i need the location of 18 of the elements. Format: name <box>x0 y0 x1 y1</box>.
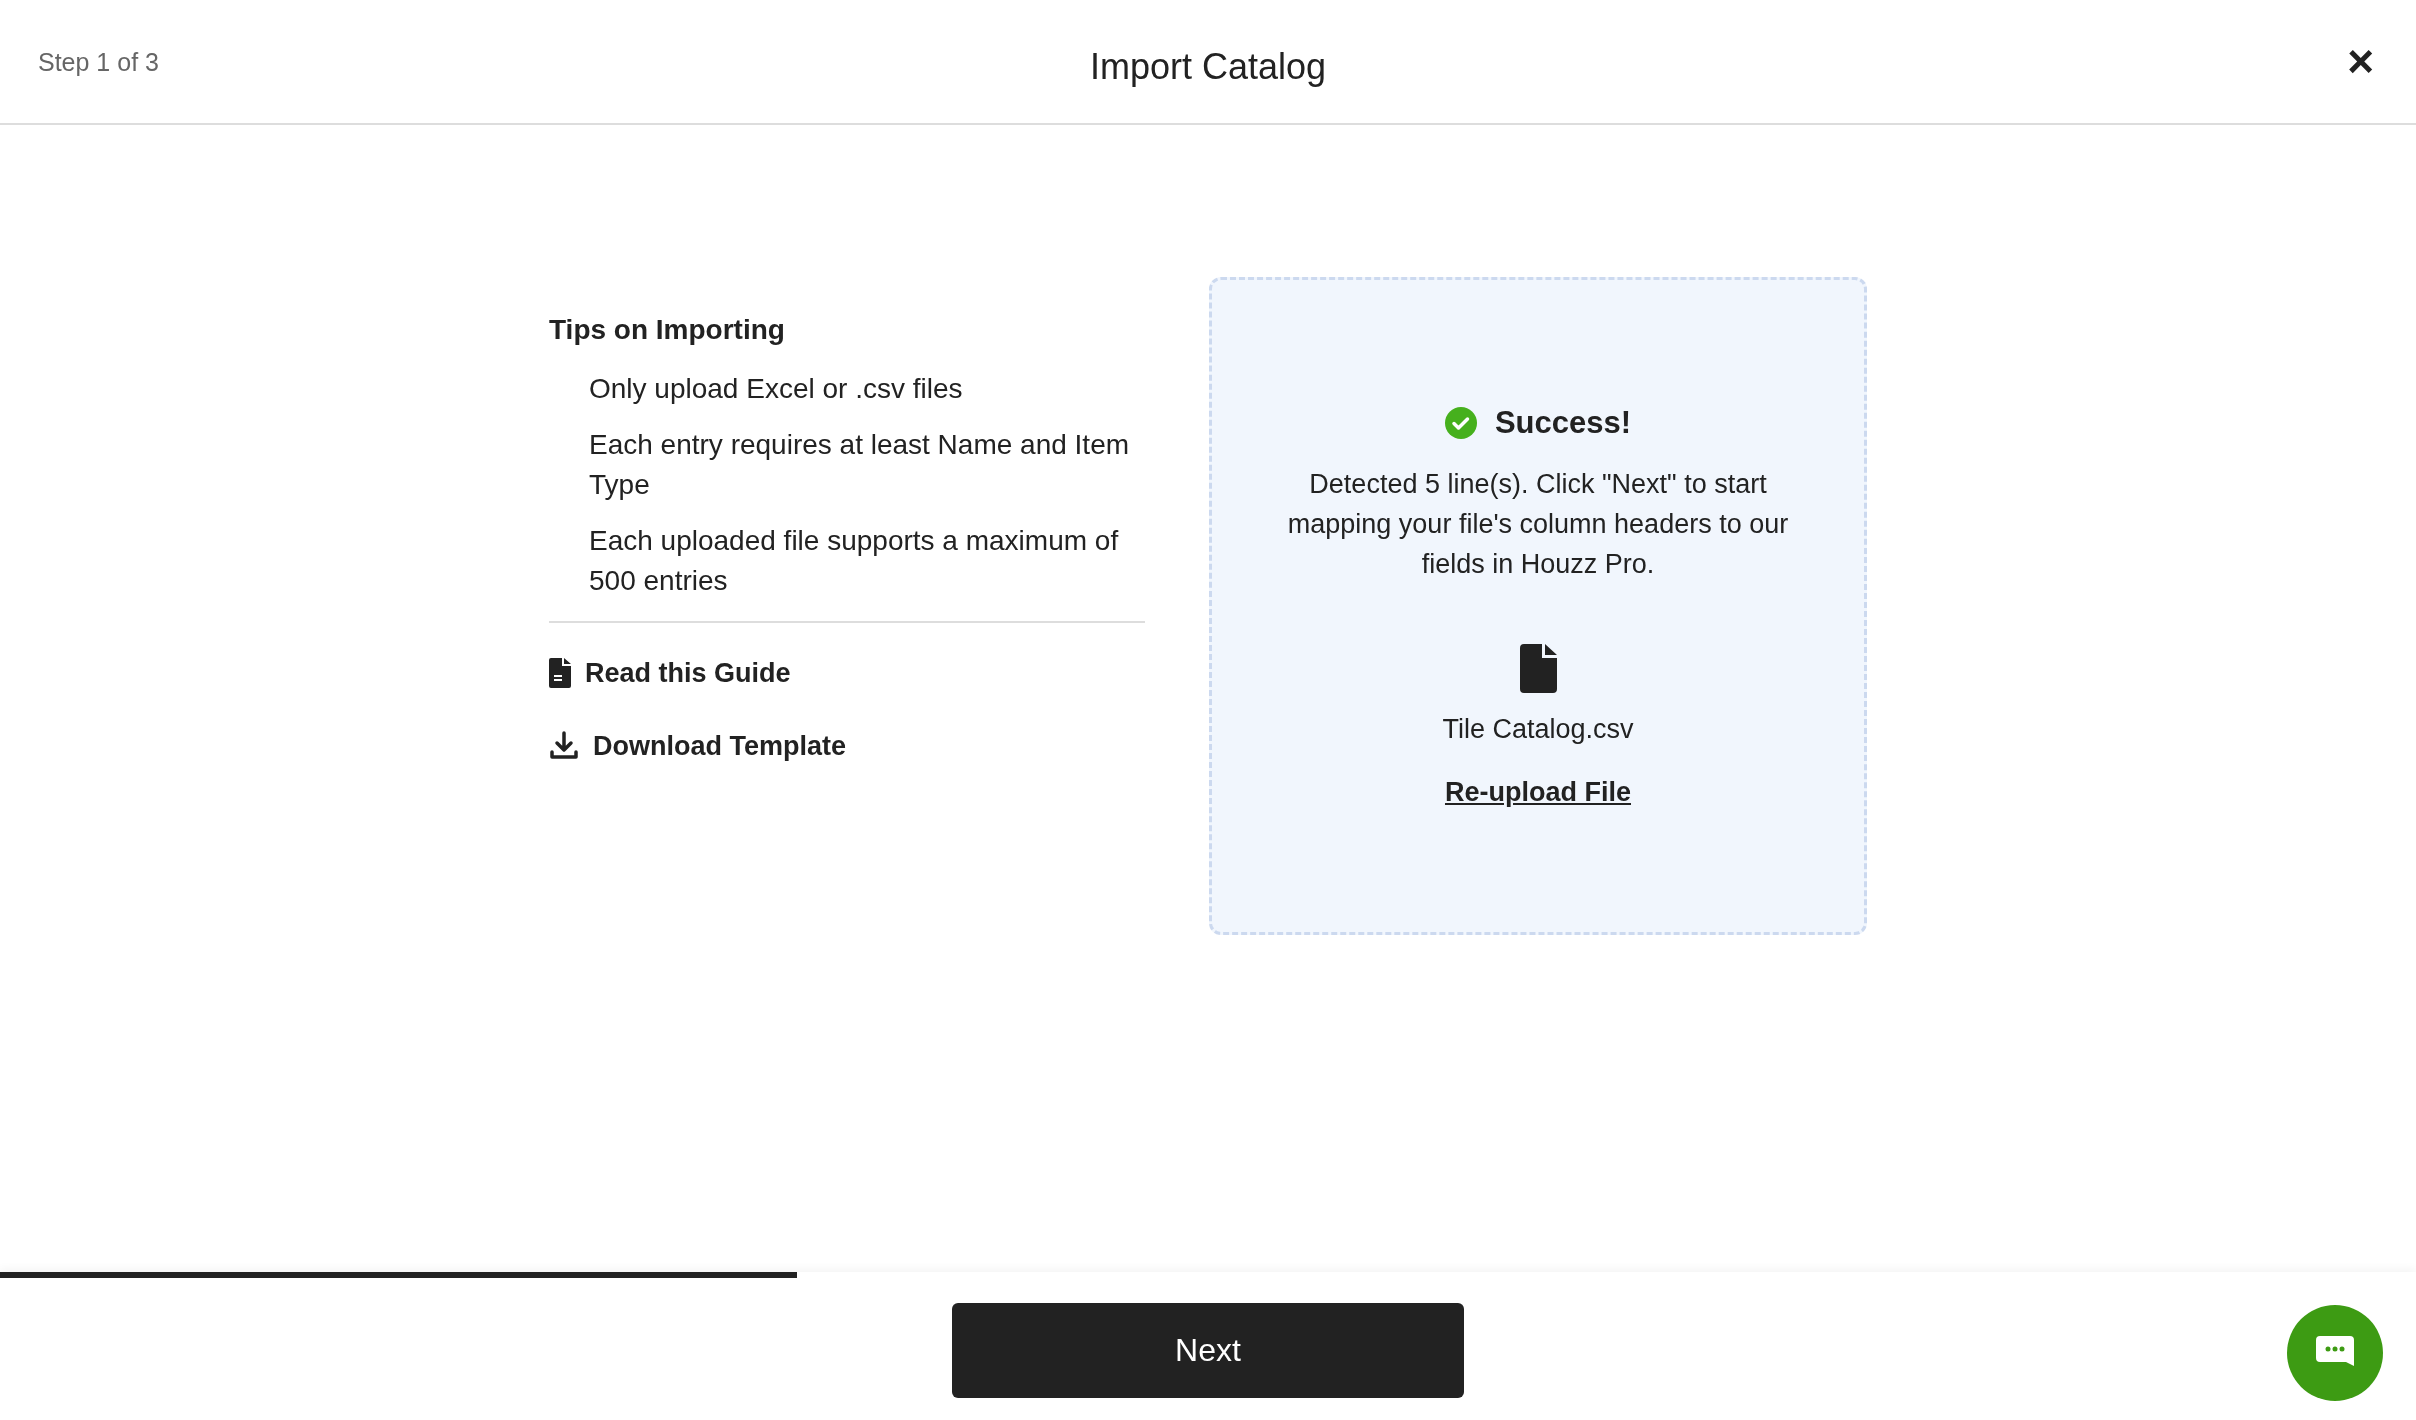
tip-text: Only upload Excel or .csv files <box>588 372 964 406</box>
tips-heading: Tips on Importing <box>549 313 786 347</box>
step-indicator: Step 1 of 3 <box>38 47 159 78</box>
download-template-link[interactable]: Download Template <box>593 725 847 766</box>
success-heading: Success! <box>1494 403 1632 442</box>
tip-text: Each uploaded file supports a maximum of 500 entries <box>588 524 1120 598</box>
dialog-title: Import Catalog <box>1089 44 1327 89</box>
next-button[interactable]: Next <box>952 1302 1464 1398</box>
close-button[interactable]: × <box>2343 38 2378 84</box>
check-circle-icon <box>1444 407 1477 439</box>
success-message: Detected 5 line(s). Click "Next" to start mapping your file's column headers to our fields in Houzz Pro. <box>1286 468 1790 582</box>
document-icon <box>549 658 571 689</box>
reupload-link[interactable]: Re-upload File <box>1445 771 1631 813</box>
guide-link[interactable]: Read this Guide <box>585 653 791 694</box>
file-icon <box>1519 644 1557 694</box>
file-name: Tile Catalog.csv <box>1442 713 1634 747</box>
tip-text: Each entry requires at least Name and Item Type <box>588 428 1131 502</box>
download-icon <box>549 730 579 761</box>
